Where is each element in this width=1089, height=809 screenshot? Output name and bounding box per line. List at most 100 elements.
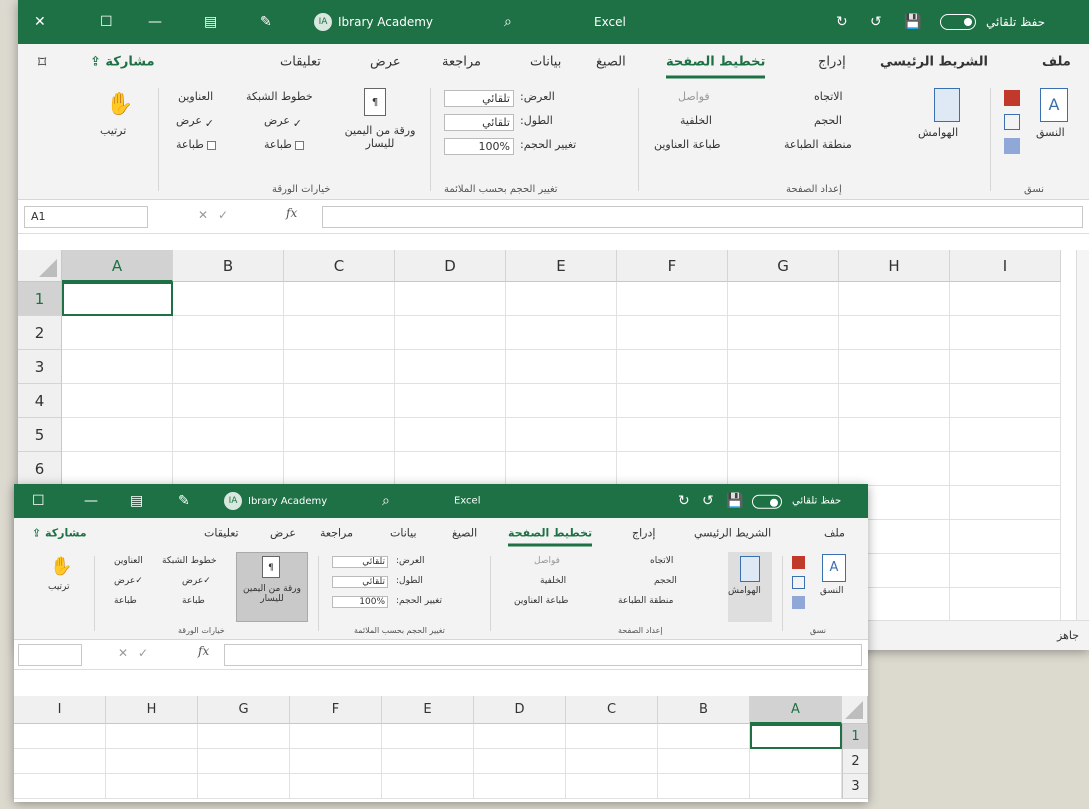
cell[interactable] [950,554,1061,588]
active-cell-a1[interactable] [750,724,842,749]
redo-icon[interactable]: ↻ [678,493,690,509]
cell[interactable] [395,350,506,384]
cell[interactable] [728,350,839,384]
cell[interactable] [950,452,1061,486]
effects-icon[interactable] [792,596,805,609]
select-all-corner[interactable] [842,696,868,724]
cell[interactable] [950,282,1061,316]
row-header[interactable]: 3 [18,350,62,384]
print-area-button[interactable]: منطقة الطباعة [784,138,852,151]
column-header-b[interactable]: B [658,696,750,724]
cell[interactable] [617,350,728,384]
autosave-toggle[interactable] [752,494,782,509]
colors-icon[interactable] [792,556,805,569]
rtl-sheet-icon[interactable]: ¶ [364,88,386,116]
size-button[interactable]: الحجم [814,114,842,127]
cell[interactable] [198,774,290,799]
rtl-sheet-button[interactable]: ورقة من اليمين لليسار [240,584,304,604]
formula-input[interactable] [322,206,1083,228]
gridlines-print-check[interactable]: طباعة [182,596,205,606]
name-box[interactable]: A1 [24,206,148,228]
background-button[interactable]: الخلفية [680,114,712,127]
tab-page-layout[interactable]: تخطيط الصفحة [666,55,766,79]
rtl-sheet-icon[interactable]: ¶ [262,556,280,578]
margins-icon[interactable] [934,88,960,122]
effects-icon[interactable] [1004,138,1020,154]
cell[interactable] [62,350,173,384]
tab-home[interactable]: الشريط الرئيسي [694,527,771,540]
account[interactable]: IA Ibrary Academy [224,492,327,510]
arrange-button[interactable]: ترتيب [48,582,70,592]
ribbon-display-icon[interactable]: ▤ [130,493,143,509]
column-header-f[interactable]: F [617,250,728,282]
gridlines-print-check[interactable]: طباعة [264,138,304,151]
tab-formulas[interactable]: الصيغ [596,55,626,70]
column-header-g[interactable]: G [728,250,839,282]
cell[interactable] [839,282,950,316]
redo-icon[interactable]: ↻ [836,14,848,30]
fonts-icon[interactable] [1004,114,1020,130]
gridlines-view-check[interactable]: ✓عرض [182,576,211,586]
row-header[interactable]: 3 [842,774,868,799]
cell[interactable] [284,384,395,418]
name-box[interactable] [18,644,82,666]
cell[interactable] [382,724,474,749]
cell[interactable] [839,350,950,384]
cell[interactable] [106,724,198,749]
column-header-a[interactable]: A [62,250,173,282]
fx-icon[interactable]: fx [198,644,209,658]
cell[interactable] [658,724,750,749]
pen-icon[interactable]: ✎ [178,493,190,509]
cell[interactable] [62,316,173,350]
row-header[interactable]: 1 [18,282,62,316]
headings-print-check[interactable]: طباعة [176,138,216,151]
cell[interactable] [62,452,173,486]
cell[interactable] [728,418,839,452]
cell[interactable] [506,418,617,452]
themes-icon[interactable]: A [822,554,846,582]
share-button[interactable]: ⇪ مشاركة [90,55,155,70]
scale-stepper[interactable]: 100% [444,138,514,155]
cell[interactable] [658,749,750,774]
minimize-icon[interactable]: — [84,493,98,509]
cell[interactable] [290,749,382,774]
themes-button[interactable]: النسق [1036,126,1065,139]
row-header[interactable]: 4 [18,384,62,418]
cell[interactable] [839,452,950,486]
arrange-icon[interactable]: ✋ [106,92,133,117]
row-header[interactable]: 5 [18,418,62,452]
rtl-sheet-button[interactable]: ورقة من اليمين لليسار [340,124,420,150]
tab-data[interactable]: بيانات [530,55,561,70]
search-icon[interactable]: ⌕ [504,14,512,30]
cell[interactable] [617,384,728,418]
headings-view-check[interactable]: ✓عرض [176,114,214,130]
height-select[interactable]: تلقائي [444,114,514,131]
formula-input[interactable] [224,644,862,666]
minimize-icon[interactable]: — [148,14,162,30]
cell[interactable] [198,749,290,774]
tab-formulas[interactable]: الصيغ [452,527,477,540]
cell[interactable] [839,418,950,452]
scale-stepper[interactable]: 100% [332,596,388,608]
cell[interactable] [506,316,617,350]
cell[interactable] [950,350,1061,384]
cell[interactable] [728,384,839,418]
column-header-h[interactable]: H [106,696,198,724]
column-header-c[interactable]: C [566,696,658,724]
tab-home[interactable]: الشريط الرئيسي [880,55,988,70]
maximize-icon[interactable]: ☐ [32,493,45,509]
cell[interactable] [950,384,1061,418]
cell[interactable] [474,749,566,774]
orientation-button[interactable]: الاتجاه [650,556,673,566]
orientation-button[interactable]: الاتجاه [814,90,843,103]
column-header-f[interactable]: F [290,696,382,724]
cell[interactable] [14,749,106,774]
cell[interactable] [617,316,728,350]
ribbon-collapse-icon[interactable]: ⌑ [38,53,46,72]
tab-view[interactable]: عرض [370,55,401,70]
ribbon-display-icon[interactable]: ▤ [204,14,217,30]
save-icon[interactable]: 💾 [726,493,743,509]
column-header-i[interactable]: I [14,696,106,724]
vertical-scrollbar[interactable] [1076,250,1089,620]
cell[interactable] [290,724,382,749]
